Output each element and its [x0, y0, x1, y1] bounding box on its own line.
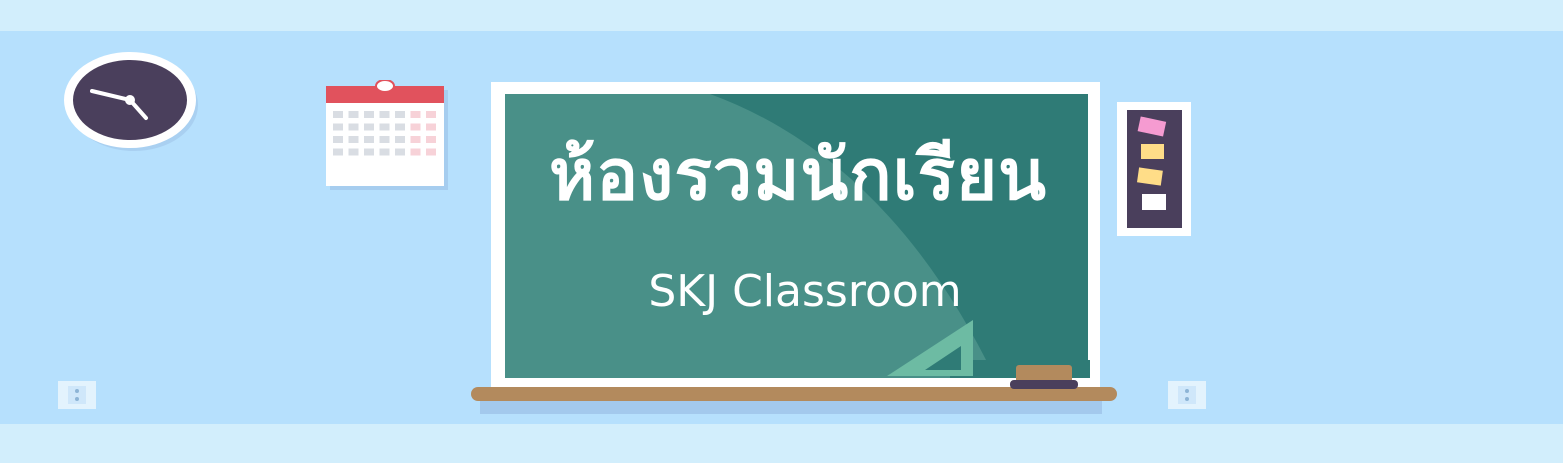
calendar-day-cell: [410, 136, 421, 143]
calendar-day-cell: [333, 148, 343, 156]
calendar-day-cell: [426, 123, 436, 131]
calendar-day-cell: [379, 136, 390, 143]
calendar-day-cell: [395, 123, 405, 131]
wall-outlet-icon: [1168, 381, 1206, 409]
calendar-day-cell: [410, 148, 421, 156]
calendar-icon: [326, 80, 448, 190]
page-subtitle: SKJ Classroom: [648, 266, 962, 317]
page-title: ห้องรวมนักเรียน: [548, 134, 1048, 216]
calendar-day-cell: [379, 123, 390, 131]
wall-outlet-icon: [58, 381, 96, 409]
calendar-day-cell: [333, 136, 343, 143]
clock-icon: [64, 52, 198, 151]
calendar-day-cell: [364, 111, 374, 118]
bulletin-board-icon: [1117, 102, 1191, 236]
calendar-day-cell: [410, 111, 421, 118]
calendar-day-cell: [333, 111, 343, 118]
calendar-day-cell: [395, 111, 405, 118]
calendar-day-cell: [333, 123, 343, 131]
calendar-day-cell: [379, 111, 390, 118]
calendar-day-cell: [426, 136, 436, 143]
floor-band: [0, 424, 1563, 463]
calendar-day-cell: [364, 148, 374, 156]
calendar-day-cell: [348, 136, 359, 143]
top-wall-band: [0, 0, 1563, 31]
calendar-day-cell: [379, 148, 390, 156]
calendar-day-cell: [395, 148, 405, 156]
eraser-icon: [1010, 365, 1078, 389]
calendar-day-cell: [348, 111, 359, 118]
calendar-day-cell: [364, 123, 374, 131]
calendar-day-cell: [395, 136, 405, 143]
calendar-day-cell: [426, 148, 436, 156]
calendar-day-cell: [410, 123, 421, 131]
calendar-day-cell: [426, 111, 436, 118]
calendar-day-cell: [348, 123, 359, 131]
set-square-icon: [887, 320, 973, 376]
calendar-day-cell: [364, 136, 374, 143]
calendar-day-cell: [348, 148, 359, 156]
